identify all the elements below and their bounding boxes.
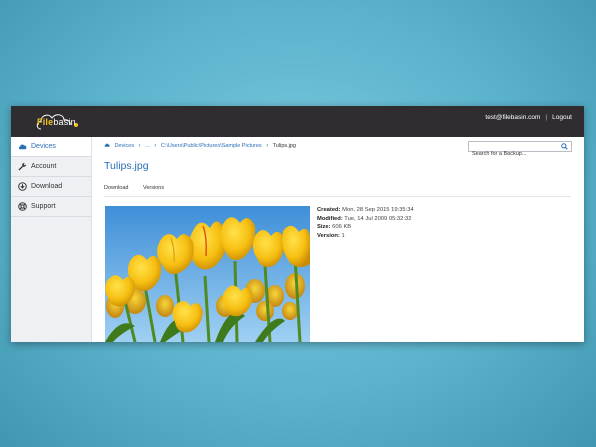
breadcrumb: Devices › ... › C:\Users\Public\Pictures… [104, 142, 296, 149]
logout-link[interactable]: Logout [552, 114, 572, 121]
logo-text: Filebasin [37, 117, 76, 127]
created-label: Created: [317, 207, 341, 213]
main-content: Devices › ... › C:\Users\Public\Pictures… [92, 137, 584, 342]
meta-modified: Modified: Tue, 14 Jul 2009 05:32:32 [317, 215, 414, 224]
modified-label: Modified: [317, 215, 343, 222]
chevron-right-icon: › [138, 143, 141, 149]
user-bar: test@filebasin.com | Logout [485, 114, 572, 121]
chevron-right-icon: › [266, 143, 269, 149]
wrench-icon [18, 162, 27, 171]
tab-versions[interactable]: Versions [143, 185, 164, 191]
version-label: Version: [317, 232, 340, 239]
meta-size: Size: 606 KB [317, 223, 414, 232]
search-icon[interactable] [561, 143, 568, 150]
tulips-picture [105, 206, 310, 342]
size-value: 606 KB [332, 224, 352, 230]
top-bar: Filebasin test@filebasin.com | Logout [11, 106, 584, 137]
user-email[interactable]: test@filebasin.com [485, 114, 540, 121]
devices-home-icon [104, 143, 110, 147]
meta-created: Created: Mon, 28 Sep 2015 19:35:34 [317, 206, 414, 215]
tab-download[interactable]: Download [104, 185, 128, 191]
size-label: Size: [317, 224, 331, 230]
sidebar-item-devices[interactable]: Devices [11, 137, 91, 157]
download-icon [18, 182, 27, 191]
created-value: Mon, 28 Sep 2015 19:35:34 [342, 207, 414, 213]
divider [104, 196, 571, 197]
search-input[interactable] [469, 149, 558, 159]
breadcrumb-devices[interactable]: Devices [115, 143, 135, 149]
sidebar: Devices Account Download Support [11, 137, 92, 342]
breadcrumb-current: Tulips.jpg [272, 143, 296, 149]
sidebar-item-label: Download [31, 183, 63, 190]
sidebar-item-account[interactable]: Account [11, 157, 91, 177]
sidebar-item-download[interactable]: Download [11, 177, 91, 197]
file-metadata: Created: Mon, 28 Sep 2015 19:35:34 Modif… [317, 206, 414, 240]
chevron-right-icon: › [154, 143, 157, 149]
file-title: Tulips.jpg [104, 160, 149, 172]
header-separator: | [545, 114, 548, 121]
meta-version: Version: 1 [317, 232, 414, 241]
modified-value: Tue, 14 Jul 2009 05:32:32 [344, 215, 412, 222]
search-box [468, 141, 572, 159]
app-window: Filebasin test@filebasin.com | Logout Devi… [11, 106, 584, 342]
cloud-icon [18, 144, 27, 150]
sidebar-item-label: Support [31, 203, 56, 210]
lifebuoy-icon [18, 202, 27, 211]
version-value: 1 [341, 232, 345, 239]
file-tabs: Download Versions [104, 185, 177, 191]
sidebar-item-support[interactable]: Support [11, 197, 91, 217]
filebasin-logo[interactable]: Filebasin [35, 109, 87, 135]
file-preview-image [105, 206, 310, 342]
sidebar-item-label: Devices [31, 143, 56, 150]
breadcrumb-folder[interactable]: C:\Users\Public\Pictures\Sample Pictures [161, 143, 262, 149]
sidebar-item-label: Account [31, 163, 57, 170]
breadcrumb-ellipsis[interactable]: ... [145, 143, 150, 149]
